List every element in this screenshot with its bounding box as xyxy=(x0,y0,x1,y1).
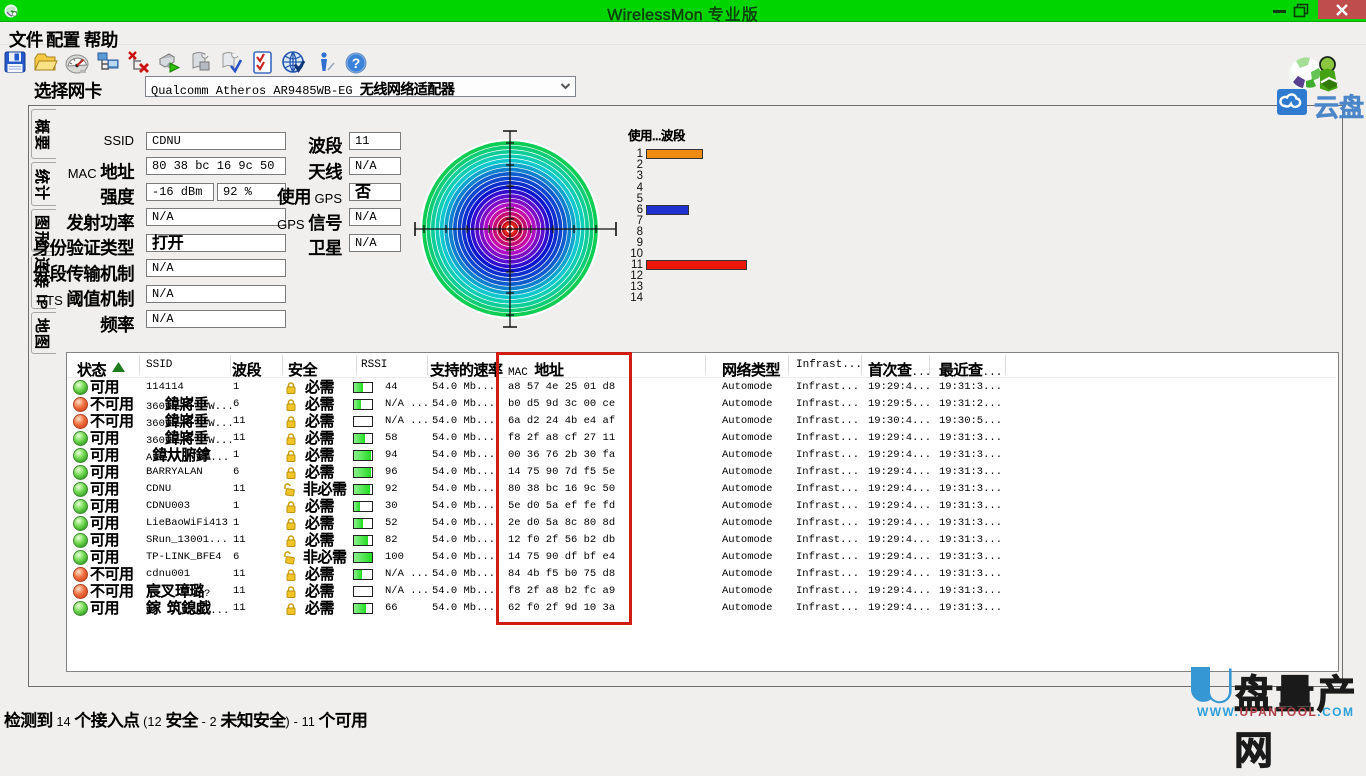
svg-text:?: ? xyxy=(352,55,361,71)
